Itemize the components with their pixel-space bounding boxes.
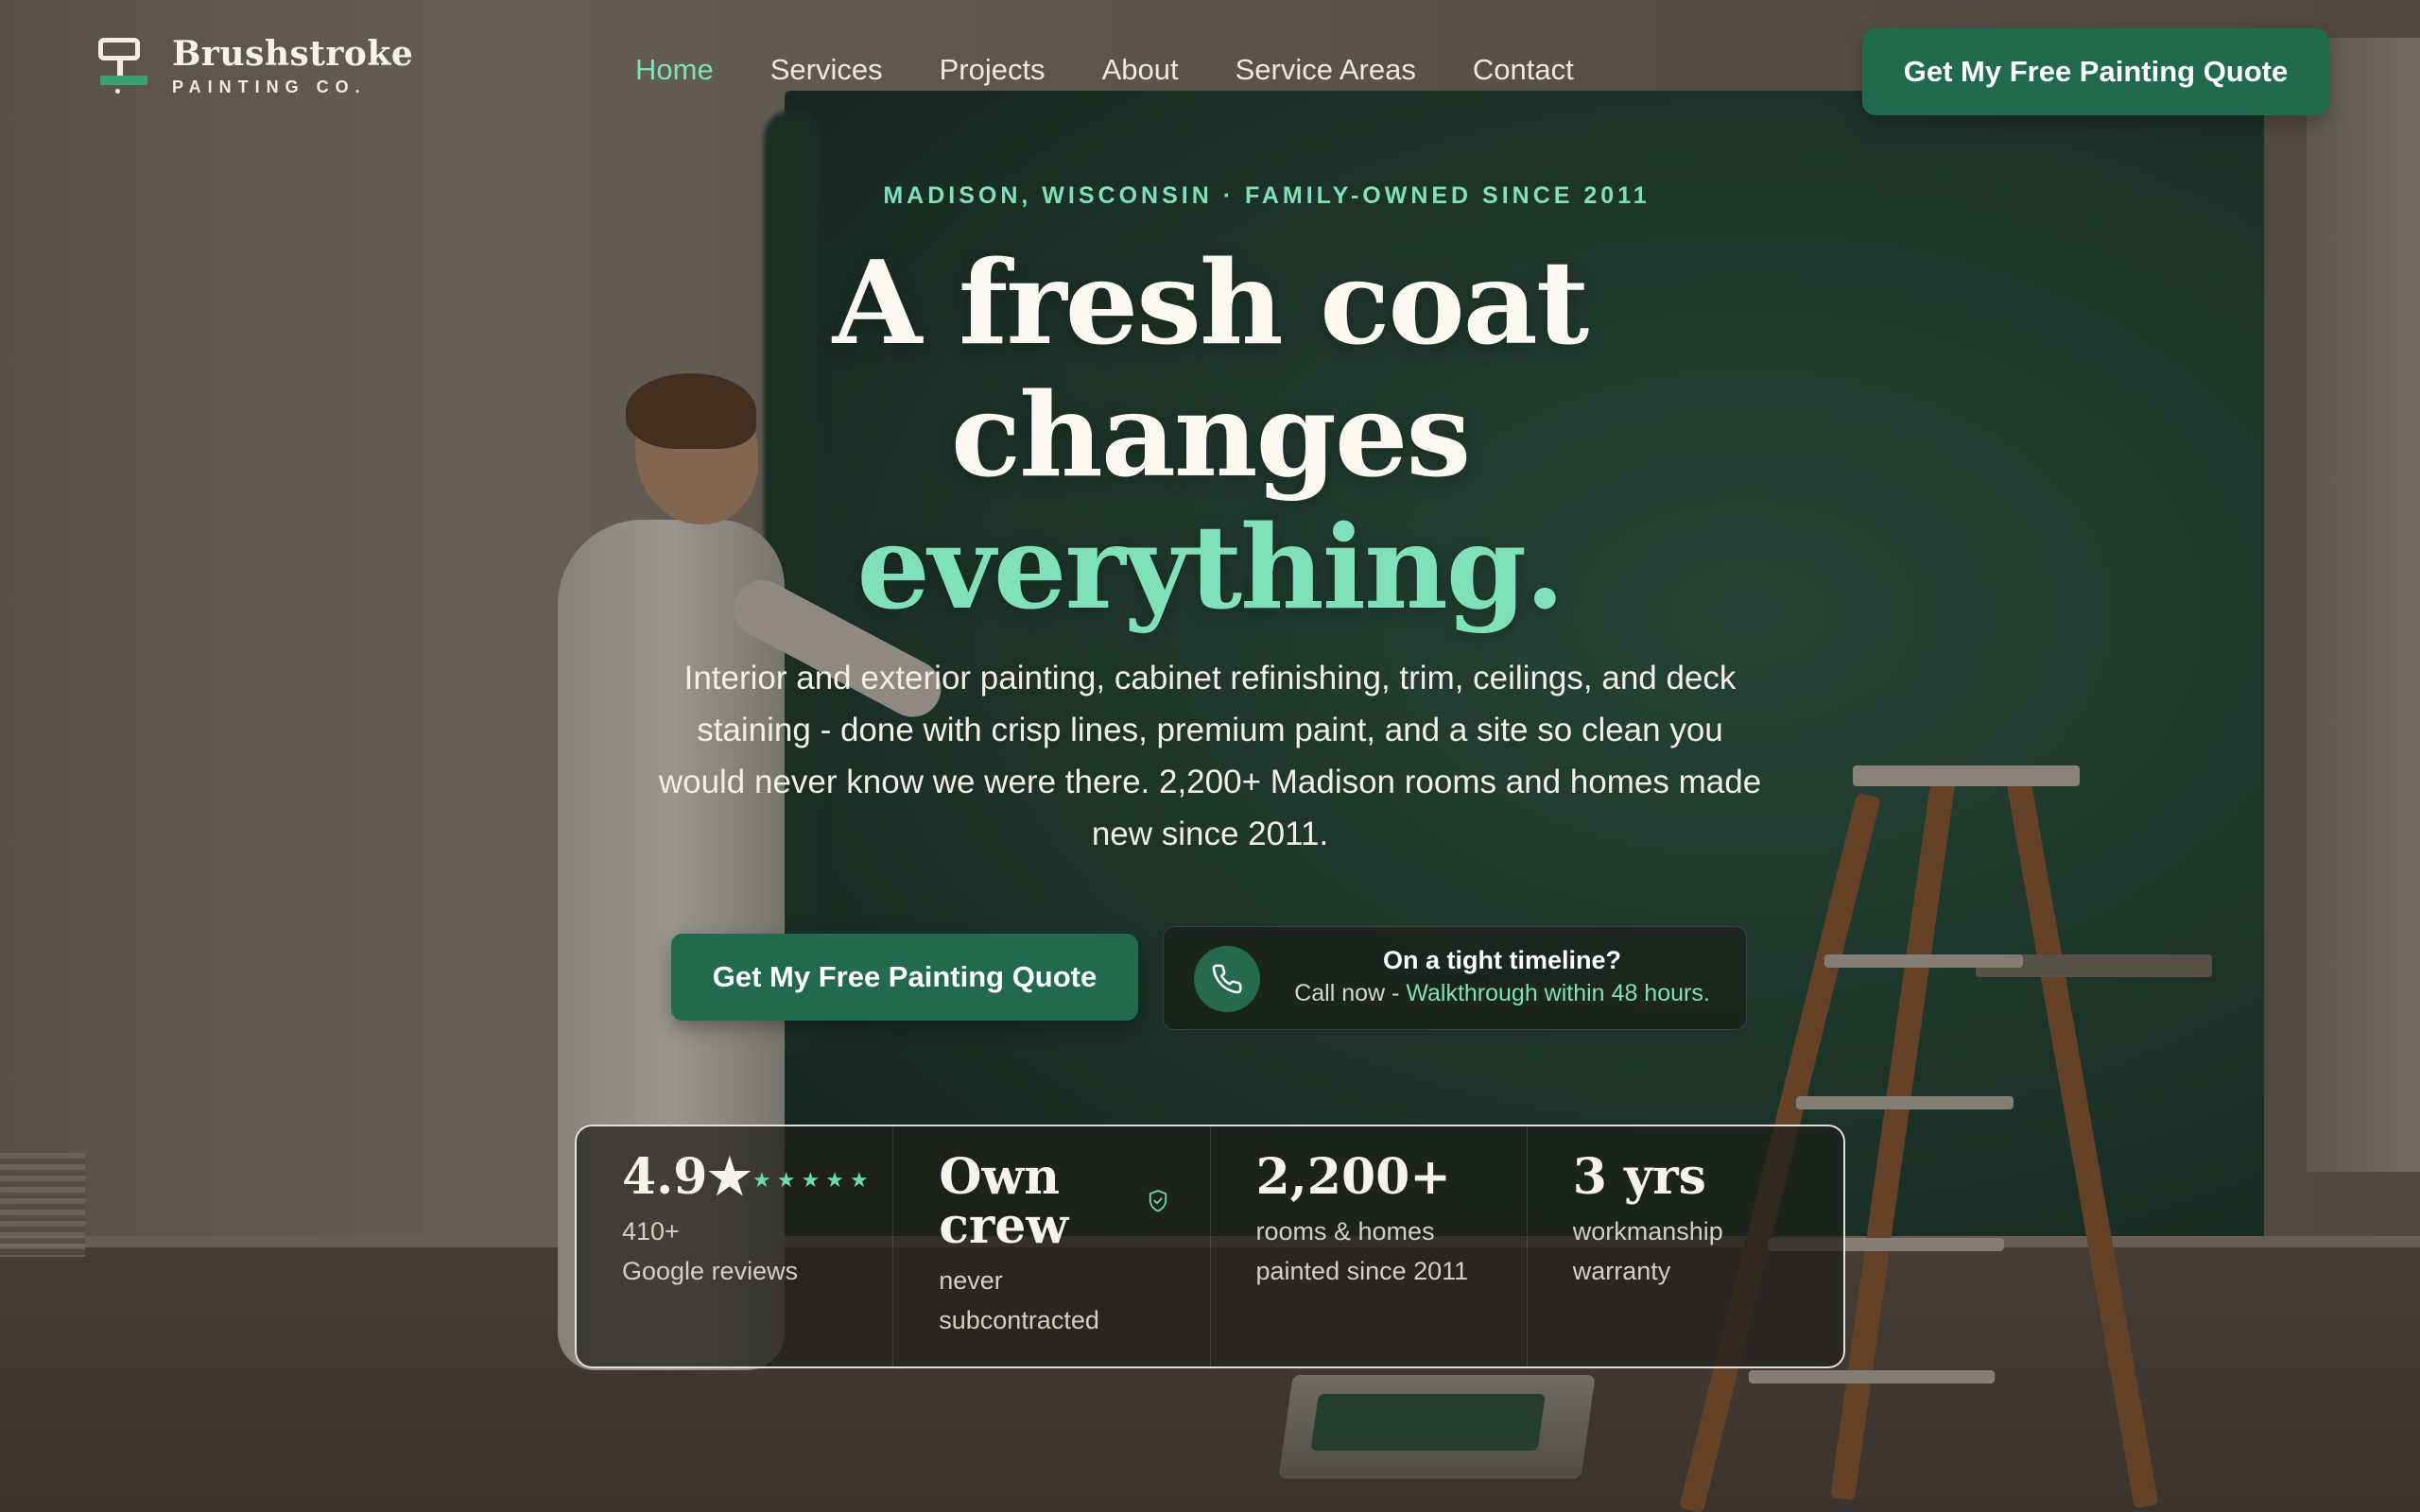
stat-warranty-desc-1: workmanship — [1572, 1217, 1723, 1246]
stat-warranty-value: 3 yrs — [1572, 1148, 1706, 1206]
brand-tagline: PAINTING CO. — [172, 77, 367, 96]
star-icon: ★ — [801, 1168, 821, 1192]
nav-service-areas[interactable]: Service Areas — [1236, 53, 1416, 87]
hero-eyebrow: MADISON, WISCONSIN · FAMILY-OWNED SINCE … — [0, 182, 2420, 210]
call-now-card[interactable]: On a tight timeline? Call now - Walkthro… — [1163, 926, 1747, 1030]
nav-projects[interactable]: Projects — [940, 53, 1046, 87]
stat-own-crew: Own crew never subcontracted — [893, 1126, 1211, 1366]
stat-rooms-desc-2: painted since 2011 — [1255, 1257, 1469, 1285]
stat-rooms-value: 2,200+ — [1255, 1148, 1451, 1206]
headline-line-1: A fresh coat — [832, 234, 1589, 370]
stat-own-crew-desc-1: never — [939, 1266, 1003, 1295]
nav-contact[interactable]: Contact — [1473, 53, 1574, 87]
phone-icon — [1194, 946, 1260, 1012]
star-icon: ★ — [776, 1168, 796, 1192]
stat-rating: 4.9★ ★ ★ ★ ★ ★ 410+ Google reviews — [577, 1126, 894, 1366]
stats-bar: 4.9★ ★ ★ ★ ★ ★ 410+ Google reviews Own c… — [575, 1125, 1845, 1368]
headline-line-2: changes — [950, 367, 1471, 503]
headline-line-3: everything. — [856, 499, 1564, 635]
nav-services[interactable]: Services — [770, 53, 883, 87]
brand-name: Brushstroke — [172, 34, 414, 74]
star-icon: ★ — [849, 1168, 869, 1192]
stat-own-crew-line-2: crew — [939, 1197, 1069, 1255]
stat-rating-source: Google reviews — [622, 1257, 799, 1285]
brand-logo[interactable]: Brushstroke PAINTING CO. — [98, 34, 413, 97]
call-prefix: Call now - — [1294, 980, 1407, 1006]
stat-warranty-desc-2: warranty — [1572, 1257, 1671, 1285]
call-highlight: Walkthrough within 48 hours. — [1406, 980, 1710, 1006]
site-header: Brushstroke PAINTING CO. Home Services P… — [0, 0, 2420, 142]
hero-description: Interior and exterior painting, cabinet … — [658, 660, 1762, 852]
stat-rooms-painted: 2,200+ rooms & homes painted since 2011 — [1211, 1126, 1528, 1366]
shield-check-icon — [1148, 1189, 1168, 1218]
nav-about[interactable]: About — [1102, 53, 1179, 87]
stat-own-crew-line-1: Own — [939, 1148, 1061, 1206]
hero-headline: A fresh coat changes everything. — [0, 236, 2420, 633]
hero-quote-button[interactable]: Get My Free Painting Quote — [671, 934, 1138, 1021]
star-icon: ★ — [752, 1168, 771, 1192]
stat-rating-count: 410+ — [622, 1217, 680, 1246]
paint-roller-logo-icon — [98, 34, 147, 94]
nav-home[interactable]: Home — [635, 53, 714, 87]
call-title: On a tight timeline? — [1382, 946, 1621, 974]
call-subtitle: Call now - Walkthrough within 48 hours. — [1277, 980, 1727, 1007]
star-icon: ★ — [825, 1168, 844, 1192]
star-rating: ★ ★ ★ ★ ★ — [752, 1168, 869, 1193]
hero-eyebrow-text: MADISON, WISCONSIN · FAMILY-OWNED SINCE … — [883, 182, 1651, 209]
header-quote-button[interactable]: Get My Free Painting Quote — [1862, 28, 2329, 115]
stat-warranty: 3 yrs workmanship warranty — [1528, 1126, 1843, 1366]
stat-own-crew-desc-2: subcontracted — [939, 1306, 1099, 1334]
main-nav: Home Services Projects About Service Are… — [635, 53, 1574, 87]
stat-rooms-desc-1: rooms & homes — [1255, 1217, 1435, 1246]
